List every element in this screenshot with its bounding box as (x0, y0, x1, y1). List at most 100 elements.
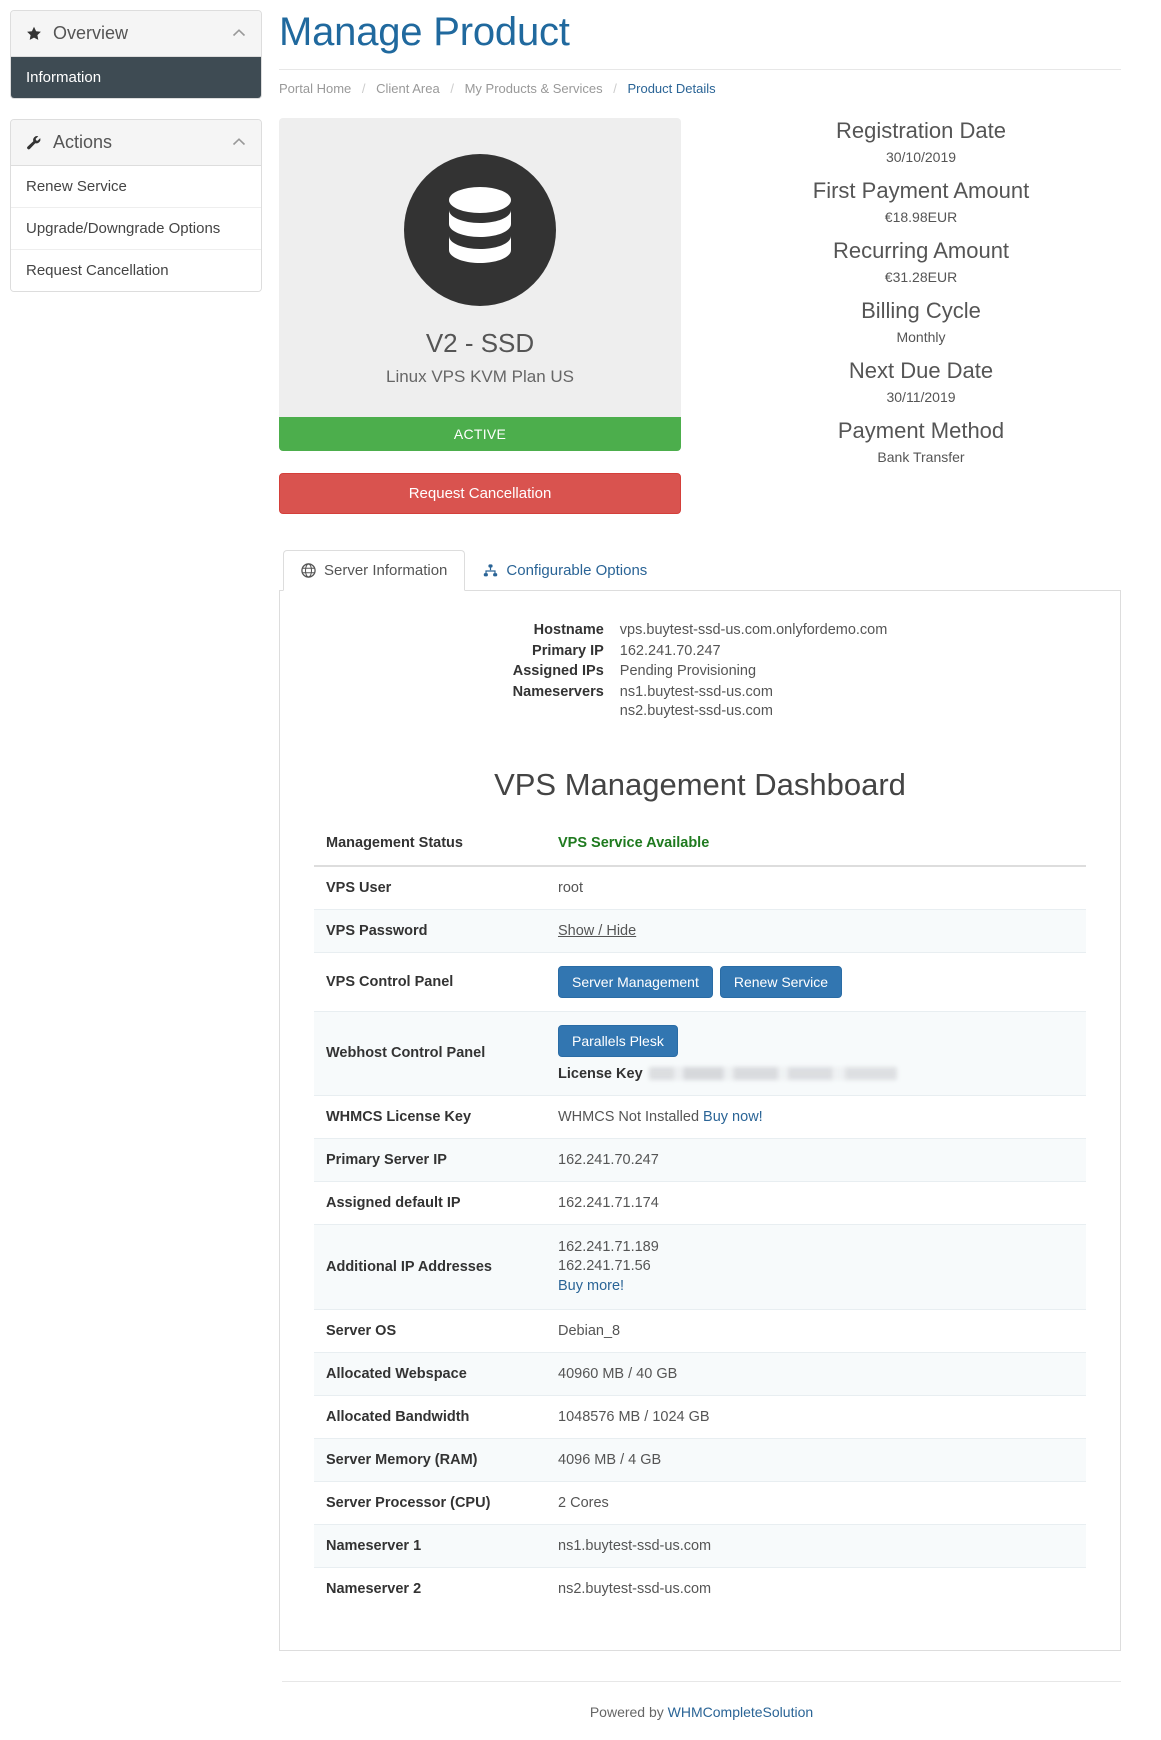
sidebar-item-information[interactable]: Information (11, 57, 261, 98)
assigned-default-ip-value: 162.241.71.174 (546, 1180, 1086, 1224)
sitemap-icon (483, 563, 498, 578)
breadcrumb-separator: / (450, 81, 454, 96)
webhost-control-panel-label: Webhost Control Panel (314, 1010, 546, 1095)
dashboard-title: VPS Management Dashboard (494, 766, 906, 802)
parallels-plesk-button[interactable]: Parallels Plesk (558, 1024, 678, 1057)
breadcrumb-my-products-services[interactable]: My Products & Services (465, 81, 603, 96)
payment-method-value: Bank Transfer (877, 449, 965, 465)
sidebar-item-request-cancellation[interactable]: Request Cancellation (11, 250, 261, 291)
nameservers-value: ns1.buytest-ssd-us.com ns2.buytest-ssd-u… (619, 683, 773, 720)
sidebar-item-upgrade-downgrade[interactable]: Upgrade/Downgrade Options (11, 208, 261, 250)
recurring-amount-label: Recurring Amount (832, 238, 1010, 263)
vps-password-value: Show / Hide (546, 908, 1086, 952)
additional-ip-addresses-label: Additional IP Addresses (314, 1223, 546, 1309)
table-header-row: Management Status VPS Service Available (314, 824, 1086, 867)
table-row: Nameservers ns1.buytest-ssd-us.com ns2.b… (513, 683, 888, 723)
show-hide-password-link[interactable]: Show / Hide (558, 923, 636, 939)
whmcs-license-key-label: WHMCS License Key (314, 1094, 546, 1138)
vps-user-value: root (546, 865, 1086, 909)
breadcrumb-portal-home[interactable]: Portal Home (279, 81, 351, 96)
renew-service-button[interactable]: Renew Service (719, 965, 842, 998)
next-due-date-value: 30/11/2019 (886, 389, 956, 405)
primary-ip-label: Primary IP (532, 642, 604, 659)
table-row: Additional IP Addresses 162.241.71.189 1… (314, 1223, 1086, 1309)
tab-server-information-label: Server Information (324, 562, 448, 579)
registration-date-value: 30/10/2019 (885, 149, 957, 165)
table-row: Server OS Debian_8 (314, 1308, 1086, 1352)
product-tabs: Server Information Configurable Options … (279, 550, 1121, 1651)
license-key-line: License Key (558, 1066, 1074, 1082)
breadcrumb-client-area[interactable]: Client Area (376, 81, 440, 96)
nameserver-1-value: ns1.buytest-ssd-us.com (546, 1523, 1086, 1567)
server-os-label: Server OS (314, 1308, 546, 1352)
table-row: Nameserver 2 ns2.buytest-ssd-us.com (314, 1566, 1086, 1610)
sidebar-item-renew-service[interactable]: Renew Service (11, 166, 261, 208)
vps-control-panel-value: Server Management Renew Service (546, 951, 1086, 1011)
first-payment-amount-value: €18.98EUR (884, 209, 958, 225)
breadcrumb: Portal Home / Client Area / My Products … (279, 69, 1121, 96)
hostname-value: vps.buytest-ssd-us.com.onlyfordemo.com (619, 622, 888, 638)
whmcs-not-installed-text: WHMCS Not Installed (558, 1108, 700, 1125)
star-icon (26, 26, 42, 42)
payment-method-label: Payment Method (837, 418, 1005, 443)
sidebar: Overview Information Actions Renew Servi… (0, 0, 272, 312)
actions-panel: Actions Renew Service Upgrade/Downgrade … (10, 119, 262, 292)
additional-ip-addresses-value: 162.241.71.189 162.241.71.56 Buy more! (546, 1223, 1086, 1309)
database-icon (404, 154, 556, 306)
table-row: Allocated Webspace 40960 MB / 40 GB (314, 1351, 1086, 1395)
footer-whmcs-link[interactable]: WHMCompleteSolution (668, 1704, 814, 1720)
table-row: Webhost Control Panel Parallels Plesk Li… (314, 1010, 1086, 1095)
recurring-amount-value: €31.28EUR (884, 269, 958, 285)
table-row: Primary Server IP 162.241.70.247 (314, 1137, 1086, 1181)
tab-server-information[interactable]: Server Information (283, 550, 466, 591)
hostname-label: Hostname (533, 622, 604, 638)
page-footer: Powered by WHMCompleteSolution (282, 1680, 1121, 1740)
additional-ip-2: 162.241.71.56 (558, 1257, 651, 1274)
globe-icon (301, 563, 316, 578)
chevron-up-icon[interactable] (232, 27, 246, 40)
chevron-up-icon[interactable] (232, 136, 246, 149)
main-content: Manage Product Portal Home / Client Area… (272, 0, 1161, 1651)
billing-cycle-value: Monthly (896, 329, 946, 345)
server-memory-label: Server Memory (RAM) (314, 1437, 546, 1481)
whmcs-buy-now-link[interactable]: Buy now! (703, 1109, 763, 1125)
registration-date-label: Registration Date (836, 118, 1006, 143)
tab-configurable-options[interactable]: Configurable Options (465, 550, 665, 591)
product-card-column: V2 - SSD Linux VPS KVM Plan US ACTIVE Re… (279, 118, 681, 514)
primary-server-ip-value: 162.241.70.247 (546, 1137, 1086, 1181)
product-description: Linux VPS KVM Plan US (385, 367, 575, 386)
breadcrumb-product-details: Product Details (627, 81, 716, 96)
assigned-default-ip-label: Assigned default IP (314, 1180, 546, 1224)
manage-product-page: Overview Information Actions Renew Servi… (0, 0, 1161, 1651)
tab-panel-server-information: Hostname vps.buytest-ssd-us.com.onlyford… (279, 591, 1121, 1651)
table-row: Primary IP 162.241.70.247 (513, 642, 888, 663)
table-row: Nameserver 1 ns1.buytest-ssd-us.com (314, 1523, 1086, 1567)
footer-prefix: Powered by (589, 1703, 668, 1720)
vps-control-panel-label: VPS Control Panel (314, 951, 546, 1011)
vps-management-table: Management Status VPS Service Available … (314, 824, 1086, 1610)
nameserver-2-label: Nameserver 2 (314, 1566, 546, 1610)
breadcrumb-separator: / (613, 81, 617, 96)
server-memory-value: 4096 MB / 4 GB (546, 1437, 1086, 1481)
actions-panel-header[interactable]: Actions (11, 120, 261, 166)
overview-list: Information (11, 57, 261, 98)
actions-list: Renew Service Upgrade/Downgrade Options … (11, 166, 261, 291)
license-key-value-redacted (648, 1067, 897, 1080)
buy-more-ips-link[interactable]: Buy more! (558, 1277, 624, 1296)
server-management-button[interactable]: Server Management (558, 965, 713, 998)
overview-panel-header[interactable]: Overview (11, 11, 261, 57)
request-cancellation-button[interactable]: Request Cancellation (279, 473, 681, 514)
vps-password-label: VPS Password (314, 908, 546, 952)
server-processor-value: 2 Cores (546, 1480, 1086, 1524)
allocated-webspace-label: Allocated Webspace (314, 1351, 546, 1395)
vps-service-available-header: VPS Service Available (546, 824, 1086, 867)
product-summary-row: V2 - SSD Linux VPS KVM Plan US ACTIVE Re… (279, 118, 1121, 514)
first-payment-amount-label: First Payment Amount (812, 178, 1030, 203)
page-title: Manage Product (279, 10, 570, 54)
table-row: Assigned IPs Pending Provisioning (513, 662, 888, 683)
primary-server-ip-label: Primary Server IP (314, 1137, 546, 1181)
table-row: Server Memory (RAM) 4096 MB / 4 GB (314, 1437, 1086, 1481)
next-due-date-label: Next Due Date (848, 358, 994, 383)
table-row: VPS Password Show / Hide (314, 908, 1086, 952)
table-row: Hostname vps.buytest-ssd-us.com.onlyford… (513, 621, 888, 642)
